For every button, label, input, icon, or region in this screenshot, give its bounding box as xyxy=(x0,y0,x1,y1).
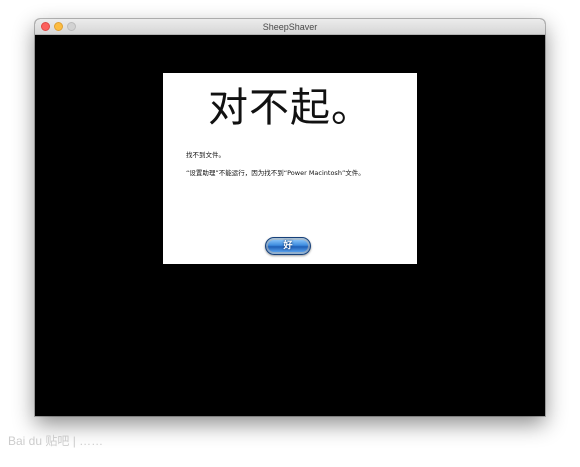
window-title: SheepShaver xyxy=(262,22,318,32)
ok-button[interactable]: 好 xyxy=(265,237,311,255)
emulator-screen[interactable]: 对不起。 找不到文件。 “设置助理”不能运行，因为找不到“Power Macin… xyxy=(35,35,545,416)
dialog-message-primary: 找不到文件。 xyxy=(186,151,225,159)
alert-dialog: 对不起。 找不到文件。 “设置助理”不能运行，因为找不到“Power Macin… xyxy=(163,73,417,264)
title-bar[interactable]: SheepShaver xyxy=(35,19,545,35)
dialog-message-detail: “设置助理”不能运行，因为找不到“Power Macintosh”文件。 xyxy=(186,169,365,177)
sheepshaver-window: SheepShaver 对不起。 找不到文件。 “设置助理”不能运行，因为找不到… xyxy=(35,19,545,416)
baidu-tieba-watermark: Bai du 贴吧 | …… xyxy=(8,434,104,448)
dialog-headline: 对不起。 xyxy=(208,85,372,131)
